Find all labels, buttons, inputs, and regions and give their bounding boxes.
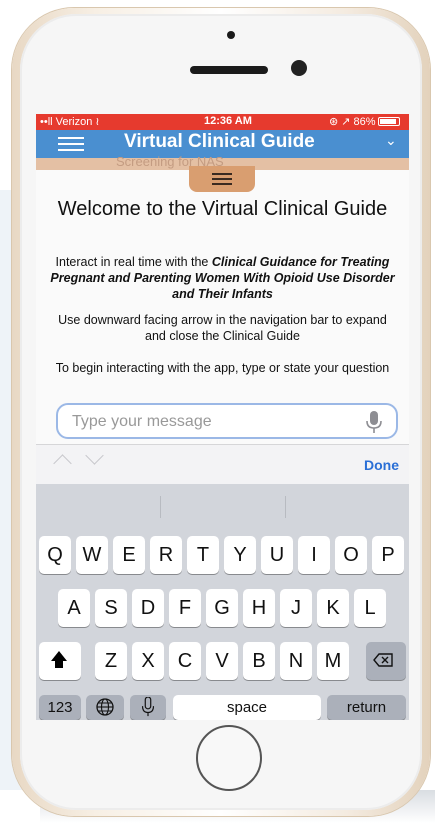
key-w[interactable]: W bbox=[76, 536, 108, 574]
instruction-text: Use downward facing arrow in the navigat… bbox=[58, 313, 387, 343]
shift-key[interactable] bbox=[39, 642, 81, 680]
proximity-sensor bbox=[227, 31, 235, 39]
previous-field-icon[interactable] bbox=[53, 454, 72, 473]
intro-prefix: Interact in real time with the bbox=[55, 255, 212, 269]
menu-lines-icon bbox=[212, 173, 232, 188]
status-time: 12:36 AM bbox=[204, 115, 252, 127]
backspace-icon bbox=[373, 653, 393, 667]
app-title: Virtual Clinical Guide bbox=[124, 131, 315, 152]
key-f[interactable]: F bbox=[169, 589, 201, 627]
return-key[interactable]: return bbox=[327, 695, 406, 720]
key-j[interactable]: J bbox=[280, 589, 312, 627]
phone-screen: ••ll Verizon ≀ 12:36 AM ⊛ ↗ 86% Virtual … bbox=[36, 114, 409, 720]
key-a[interactable]: A bbox=[58, 589, 90, 627]
done-button[interactable]: Done bbox=[364, 457, 399, 473]
predictive-text-bar bbox=[36, 484, 409, 530]
earpiece-speaker bbox=[190, 66, 268, 74]
chevron-down-icon[interactable]: ⌄ bbox=[385, 132, 397, 149]
prediction-divider bbox=[160, 496, 161, 518]
chat-welcome-area: Welcome to the Virtual Clinical Guide In… bbox=[36, 170, 409, 440]
key-o[interactable]: O bbox=[335, 536, 367, 574]
numbers-key[interactable]: 123 bbox=[39, 695, 81, 720]
message-input[interactable] bbox=[70, 411, 354, 433]
carrier-signal: ••ll Verizon ≀ bbox=[40, 116, 100, 128]
key-k[interactable]: K bbox=[317, 589, 349, 627]
key-y[interactable]: Y bbox=[224, 536, 256, 574]
key-z[interactable]: Z bbox=[95, 642, 127, 680]
next-field-icon[interactable] bbox=[85, 446, 104, 465]
key-t[interactable]: T bbox=[187, 536, 219, 574]
key-e[interactable]: E bbox=[113, 536, 145, 574]
key-i[interactable]: I bbox=[298, 536, 330, 574]
microphone-icon[interactable] bbox=[366, 411, 382, 433]
key-g[interactable]: G bbox=[206, 589, 238, 627]
begin-text: To begin interacting with the app, type … bbox=[55, 361, 390, 375]
front-camera bbox=[291, 60, 307, 76]
key-v[interactable]: V bbox=[206, 642, 238, 680]
welcome-heading: Welcome to the Virtual Clinical Guide bbox=[57, 198, 388, 220]
status-indicators: ⊛ ↗ 86% bbox=[329, 116, 376, 128]
key-d[interactable]: D bbox=[132, 589, 164, 627]
key-r[interactable]: R bbox=[150, 536, 182, 574]
key-m[interactable]: M bbox=[317, 642, 349, 680]
shift-icon bbox=[51, 651, 67, 661]
keyboard-accessory-bar: Done bbox=[36, 444, 409, 484]
home-button[interactable] bbox=[196, 725, 262, 791]
key-p[interactable]: P bbox=[372, 536, 404, 574]
shift-icon-stem bbox=[55, 661, 63, 668]
key-l[interactable]: L bbox=[354, 589, 386, 627]
message-input-container bbox=[56, 403, 398, 439]
hamburger-menu-icon[interactable] bbox=[58, 137, 84, 152]
prediction-divider bbox=[285, 496, 286, 518]
key-n[interactable]: N bbox=[280, 642, 312, 680]
intro-text: Interact in real time with the Clinical … bbox=[50, 254, 395, 302]
key-u[interactable]: U bbox=[261, 536, 293, 574]
battery-icon bbox=[378, 117, 400, 126]
key-x[interactable]: X bbox=[132, 642, 164, 680]
globe-icon bbox=[96, 698, 114, 716]
guide-expand-handle[interactable] bbox=[189, 166, 255, 192]
key-q[interactable]: Q bbox=[39, 536, 71, 574]
status-bar: ••ll Verizon ≀ 12:36 AM ⊛ ↗ 86% bbox=[36, 114, 409, 130]
key-c[interactable]: C bbox=[169, 642, 201, 680]
dictation-mic-icon bbox=[141, 697, 155, 717]
key-s[interactable]: S bbox=[95, 589, 127, 627]
keyboard: Q W E R T Y U I O P A S D F G H J K L Z … bbox=[36, 484, 409, 720]
dictation-key[interactable] bbox=[130, 695, 166, 720]
key-h[interactable]: H bbox=[243, 589, 275, 627]
key-b[interactable]: B bbox=[243, 642, 275, 680]
globe-key[interactable] bbox=[86, 695, 124, 720]
delete-key[interactable] bbox=[366, 642, 406, 680]
space-key[interactable]: space bbox=[173, 695, 321, 720]
